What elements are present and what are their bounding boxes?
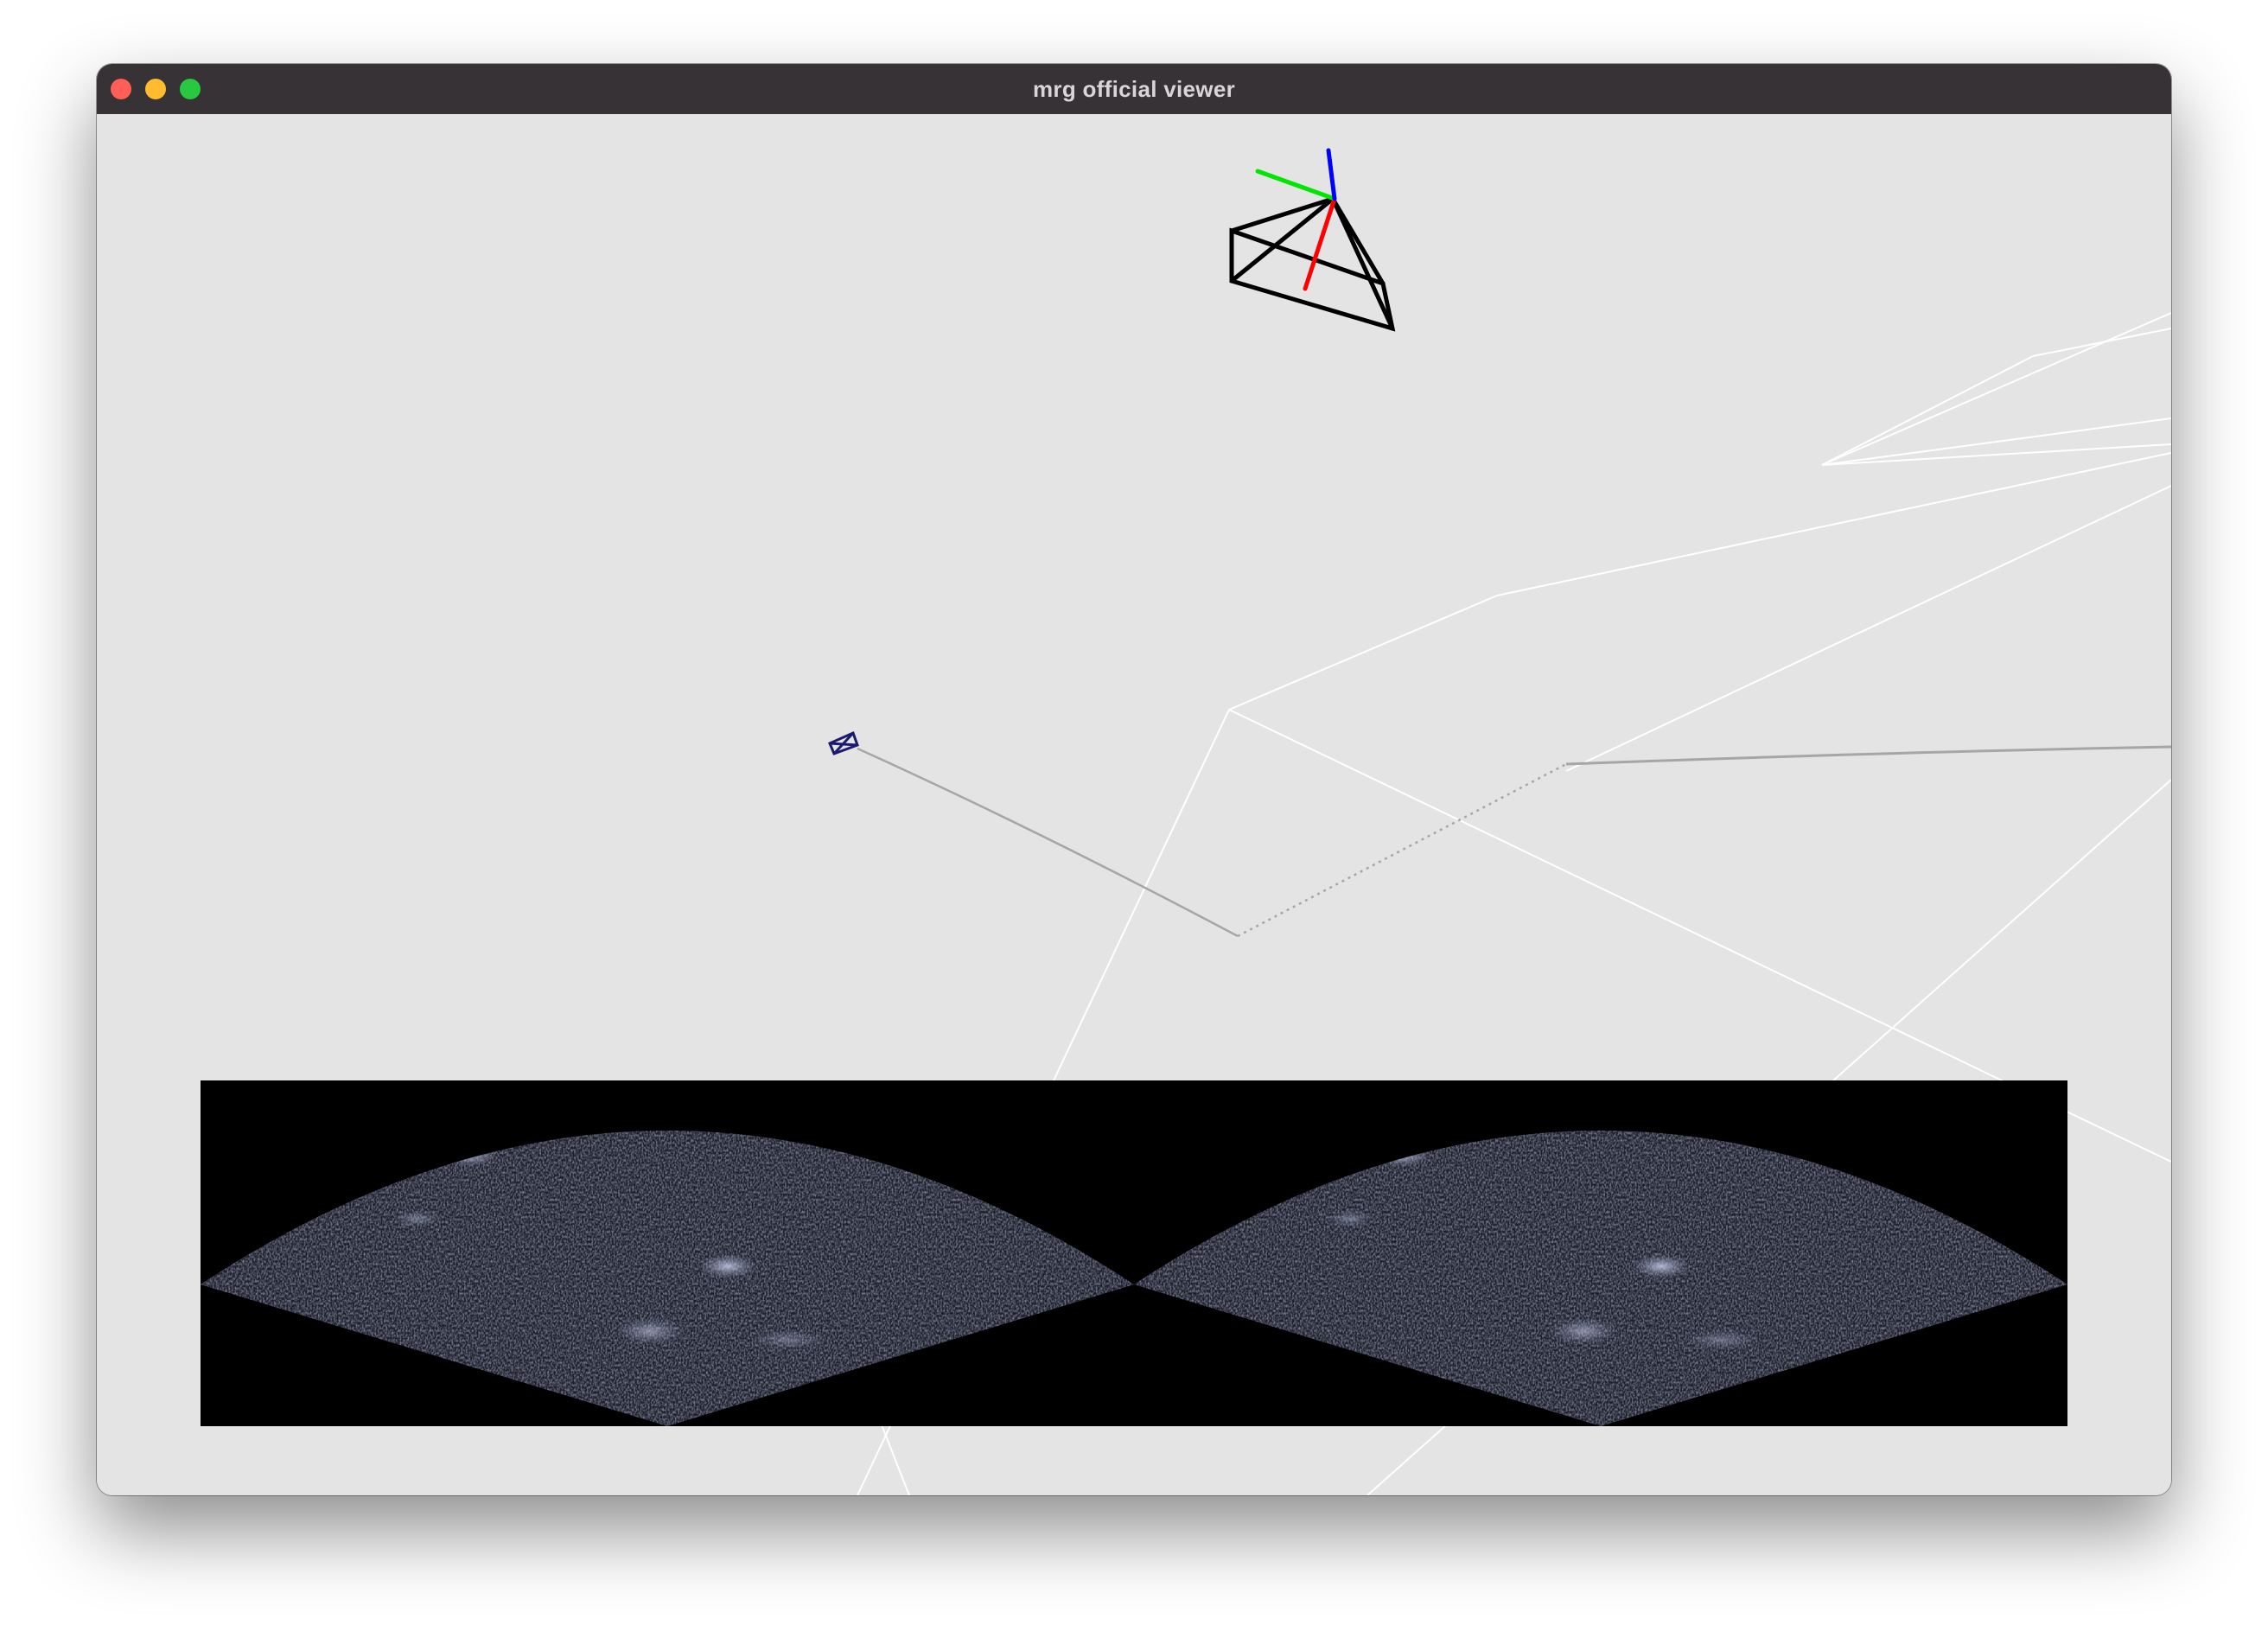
ultrasound-images (201, 1131, 2067, 1426)
window-title: mrg official viewer (1033, 75, 1235, 102)
close-button[interactable] (111, 79, 131, 99)
viewer-window: mrg official viewer (97, 64, 2171, 1495)
3d-viewport[interactable] (97, 114, 2171, 1495)
grid-line (1228, 595, 1498, 711)
ultrasound-image-right (1134, 1131, 2067, 1426)
ultrasound-image-left (201, 1131, 1134, 1426)
trajectory-dotted-segment (1237, 762, 1567, 938)
trajectory-path-far (1565, 745, 2171, 766)
z-axis-line (1326, 148, 1337, 201)
x-axis-line (1303, 196, 1337, 291)
trajectory (857, 745, 2171, 938)
grid-line (1821, 443, 2171, 466)
minimize-button[interactable] (145, 79, 166, 99)
grid-line (1565, 485, 2171, 772)
grid-line (1496, 452, 2171, 596)
trajectory-path (857, 747, 1239, 938)
y-axis-line (1255, 169, 1337, 201)
title-bar[interactable]: mrg official viewer (97, 64, 2171, 114)
zoom-button[interactable] (180, 79, 201, 99)
grid-line (1821, 355, 2034, 466)
ultrasound-image-panel (201, 1080, 2067, 1426)
grid-line (2032, 328, 2171, 357)
probe-marker-icon[interactable] (828, 730, 859, 755)
